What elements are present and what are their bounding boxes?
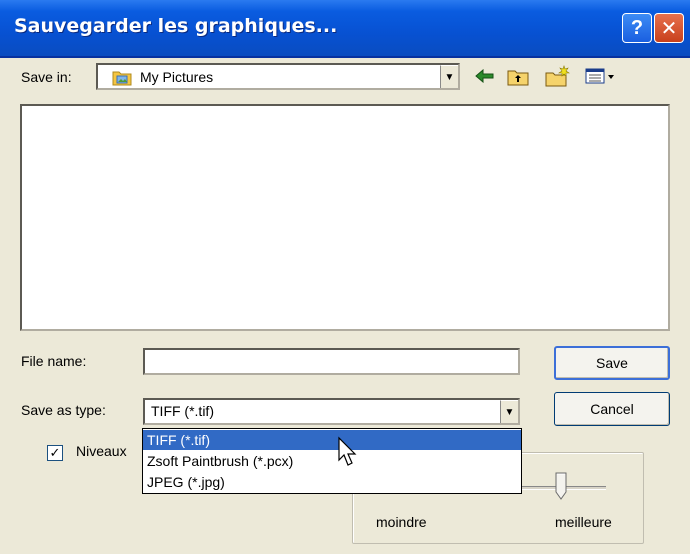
- save-as-type-label: Save as type:: [21, 402, 106, 418]
- save-as-type-options: TIFF (*.tif) Zsoft Paintbrush (*.pcx) JP…: [142, 428, 522, 494]
- mouse-cursor-icon: [338, 436, 357, 466]
- save-in-value: My Pictures: [140, 69, 214, 85]
- option-tiff[interactable]: TIFF (*.tif): [143, 430, 521, 450]
- cancel-button[interactable]: Cancel: [554, 392, 670, 426]
- save-as-type-value: TIFF (*.tif): [151, 403, 214, 419]
- back-icon[interactable]: [474, 64, 496, 88]
- levels-checkbox-label: Niveaux: [76, 443, 127, 459]
- quality-min-label: moindre: [376, 514, 427, 530]
- up-folder-icon[interactable]: [506, 64, 530, 88]
- new-folder-icon[interactable]: [544, 64, 572, 88]
- chevron-down-icon[interactable]: ▼: [440, 65, 458, 88]
- close-button[interactable]: ✕: [654, 13, 684, 43]
- quality-max-label: meilleure: [555, 514, 612, 530]
- save-button[interactable]: Save: [554, 346, 670, 380]
- title-bar[interactable]: Sauvegarder les graphiques... ? ✕: [0, 0, 690, 58]
- quality-slider-thumb[interactable]: [555, 472, 567, 500]
- view-menu-icon[interactable]: [584, 64, 618, 88]
- chevron-down-icon[interactable]: ▼: [500, 400, 518, 423]
- file-list[interactable]: [20, 104, 670, 331]
- option-jpeg[interactable]: JPEG (*.jpg): [143, 472, 521, 492]
- save-in-label: Save in:: [21, 69, 72, 85]
- save-as-type-dropdown[interactable]: TIFF (*.tif) ▼: [143, 398, 520, 425]
- file-name-label: File name:: [21, 353, 87, 369]
- file-name-input[interactable]: [143, 348, 520, 375]
- save-in-dropdown[interactable]: My Pictures ▼: [96, 63, 460, 90]
- option-pcx[interactable]: Zsoft Paintbrush (*.pcx): [143, 451, 521, 471]
- help-button[interactable]: ?: [622, 13, 652, 43]
- levels-checkbox[interactable]: ✓: [47, 445, 63, 461]
- window-title: Sauvegarder les graphiques...: [14, 15, 338, 37]
- my-pictures-folder-icon: [112, 71, 132, 86]
